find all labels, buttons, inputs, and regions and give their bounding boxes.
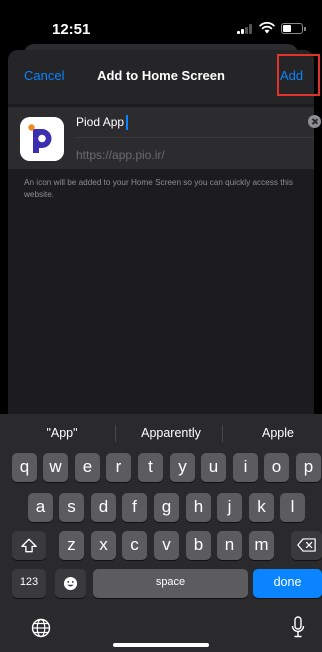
key-n[interactable]: n xyxy=(217,531,242,560)
add-to-home-sheet xyxy=(8,50,314,414)
key-q[interactable]: q xyxy=(12,453,37,482)
suggestion-item[interactable]: "App" xyxy=(20,426,104,440)
home-indicator xyxy=(113,643,209,647)
suggestion-item[interactable]: Apparently xyxy=(126,426,216,440)
key-f[interactable]: f xyxy=(122,493,147,522)
key-z[interactable]: z xyxy=(59,531,84,560)
globe-icon[interactable] xyxy=(31,618,51,638)
delete-key[interactable] xyxy=(291,531,322,560)
key-t[interactable]: t xyxy=(138,453,163,482)
key-o[interactable]: o xyxy=(264,453,289,482)
app-name-input[interactable]: Piod App xyxy=(76,115,124,129)
key-p[interactable]: p xyxy=(296,453,321,482)
key-j[interactable]: j xyxy=(217,493,242,522)
app-name-field[interactable]: Piod App xyxy=(76,107,321,138)
key-u[interactable]: u xyxy=(201,453,226,482)
key-c[interactable]: c xyxy=(122,531,147,560)
description-text: An icon will be added to your Home Scree… xyxy=(24,178,293,199)
key-a[interactable]: a xyxy=(28,493,53,522)
text-cursor xyxy=(126,115,128,130)
app-icon xyxy=(20,117,64,161)
cellular-signal-icon xyxy=(237,24,254,34)
key-b[interactable]: b xyxy=(186,531,211,560)
suggestion-item[interactable]: Apple xyxy=(236,426,320,440)
done-key[interactable]: done xyxy=(253,569,322,598)
shift-icon xyxy=(21,538,37,553)
key-y[interactable]: y xyxy=(170,453,195,482)
battery-icon xyxy=(281,23,306,34)
wifi-icon xyxy=(259,21,275,34)
shift-key[interactable] xyxy=(12,531,46,560)
key-r[interactable]: r xyxy=(106,453,131,482)
keyboard: "App" Apparently Apple q w e r t y u i o… xyxy=(0,414,322,652)
delete-icon xyxy=(297,538,316,552)
emoji-key[interactable] xyxy=(55,569,86,598)
key-i[interactable]: i xyxy=(233,453,258,482)
microphone-icon[interactable] xyxy=(291,616,305,638)
add-button-highlight xyxy=(277,54,320,96)
key-g[interactable]: g xyxy=(154,493,179,522)
key-v[interactable]: v xyxy=(154,531,179,560)
key-e[interactable]: e xyxy=(75,453,100,482)
suggestion-divider xyxy=(115,425,116,442)
key-m[interactable]: m xyxy=(249,531,274,560)
space-key[interactable]: space xyxy=(93,569,248,598)
key-l[interactable]: l xyxy=(280,493,305,522)
website-url: https://app.pio.ir/ xyxy=(76,148,165,162)
key-k[interactable]: k xyxy=(249,493,274,522)
suggestion-bar: "App" Apparently Apple xyxy=(0,414,322,450)
key-s[interactable]: s xyxy=(59,493,84,522)
key-w[interactable]: w xyxy=(43,453,68,482)
key-h[interactable]: h xyxy=(186,493,211,522)
status-bar: 12:51 xyxy=(0,0,322,50)
navigation-bar: Cancel Add to Home Screen Add xyxy=(8,50,314,104)
bookmark-form: Piod App https://app.pio.ir/ xyxy=(8,107,321,169)
clear-text-icon[interactable] xyxy=(308,115,321,128)
page-title: Add to Home Screen xyxy=(97,68,225,83)
emoji-icon xyxy=(63,576,78,591)
status-time: 12:51 xyxy=(52,21,91,38)
key-x[interactable]: x xyxy=(91,531,116,560)
suggestion-divider xyxy=(222,425,223,442)
numbers-key[interactable]: 123 xyxy=(12,569,46,598)
key-d[interactable]: d xyxy=(91,493,116,522)
